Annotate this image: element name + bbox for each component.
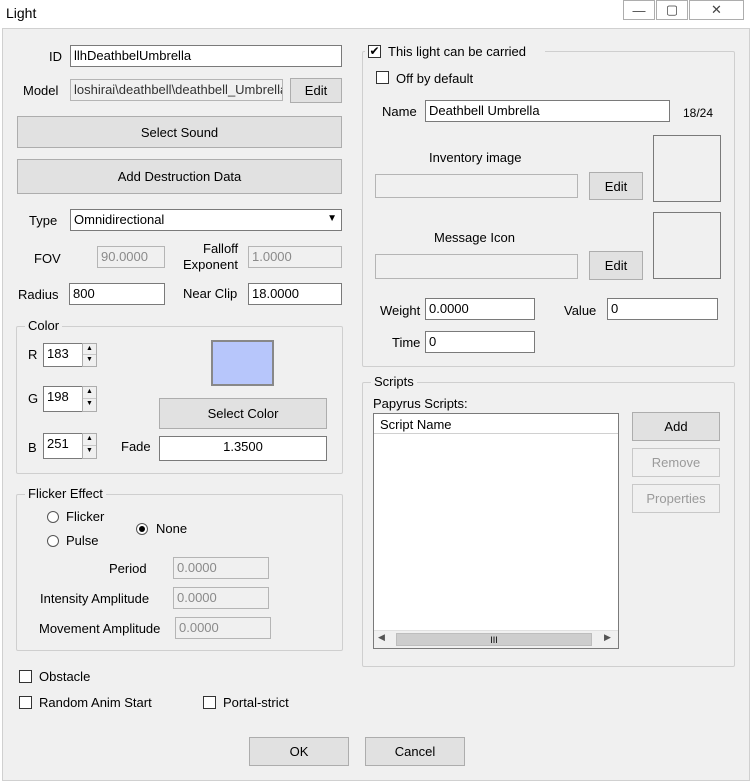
blue-input[interactable]: 251	[43, 433, 83, 459]
value-label: Value	[564, 303, 597, 318]
movement-amplitude-input: 0.0000	[175, 617, 271, 639]
flicker-group-title: Flicker Effect	[25, 486, 106, 501]
message-icon-label: Message Icon	[434, 230, 515, 245]
falloff-exponent-input: 1.0000	[248, 246, 342, 268]
pulse-radio[interactable]	[47, 535, 59, 547]
blue-spinner[interactable]: ▲ ▼	[82, 433, 97, 459]
add-script-button[interactable]: Add	[632, 412, 720, 441]
weight-input[interactable]: 0.0000	[425, 298, 535, 320]
name-label: Name	[382, 104, 417, 119]
off-by-default-checkbox[interactable]	[376, 71, 389, 84]
intensity-amplitude-input: 0.0000	[173, 587, 269, 609]
b-label: B	[28, 440, 37, 455]
value-input[interactable]: 0	[607, 298, 718, 320]
inventory-image-edit-button[interactable]: Edit	[589, 172, 643, 200]
none-label: None	[156, 521, 188, 536]
papyrus-scripts-label: Papyrus Scripts:	[373, 396, 468, 411]
obstacle-checkbox[interactable]	[19, 670, 32, 683]
name-input[interactable]: Deathbell Umbrella	[425, 100, 670, 122]
window-title: Light	[6, 5, 37, 21]
fov-label: FOV	[34, 251, 61, 266]
obstacle-label: Obstacle	[39, 669, 91, 684]
near-clip-label: Near Clip	[183, 286, 238, 301]
select-color-button[interactable]: Select Color	[159, 398, 327, 429]
time-input[interactable]: 0	[425, 331, 535, 353]
model-edit-button[interactable]: Edit	[290, 78, 342, 103]
exponent-label: Exponent	[183, 257, 238, 272]
minimize-button[interactable]: —	[623, 0, 655, 20]
properties-button[interactable]: Properties	[632, 484, 720, 513]
type-value: Omnidirectional	[74, 212, 165, 227]
period-label: Period	[109, 561, 147, 576]
scroll-right-icon[interactable]: ▶	[604, 632, 611, 643]
fov-input: 90.0000	[97, 246, 165, 268]
red-spinner[interactable]: ▲ ▼	[82, 343, 97, 367]
fade-input[interactable]: 1.3500	[159, 436, 327, 461]
fade-label: Fade	[121, 439, 151, 454]
weight-label: Weight	[380, 303, 421, 318]
inventory-image-preview	[653, 135, 721, 202]
random-anim-start-label: Random Anim Start	[39, 695, 152, 710]
scripts-group-title: Scripts	[371, 374, 417, 389]
period-input: 0.0000	[173, 557, 269, 579]
portal-strict-checkbox[interactable]	[203, 696, 216, 709]
off-by-default-label: Off by default	[396, 71, 474, 86]
pulse-label: Pulse	[66, 533, 99, 548]
near-clip-input[interactable]: 18.0000	[248, 283, 342, 305]
script-name-column-header[interactable]: Script Name	[374, 414, 618, 434]
select-sound-button[interactable]: Select Sound	[17, 116, 342, 148]
color-group-title: Color	[25, 318, 63, 333]
model-path: loshirai\deathbell\deathbell_Umbrella.ni…	[70, 79, 283, 101]
maximize-button[interactable]: ▢	[656, 0, 688, 20]
color-swatch	[211, 340, 274, 386]
message-icon-edit-button[interactable]: Edit	[589, 251, 643, 280]
add-destruction-data-button[interactable]: Add Destruction Data	[17, 159, 342, 194]
scroll-left-icon[interactable]: ◀	[378, 632, 385, 643]
title-bar: Light — ▢ ✕	[0, 0, 752, 28]
scripts-list[interactable]: Script Name ◀ III ▶	[373, 413, 619, 649]
green-spinner[interactable]: ▲ ▼	[82, 386, 97, 412]
falloff-label: Falloff	[203, 241, 239, 256]
flicker-radio[interactable]	[47, 511, 59, 523]
id-label: ID	[49, 49, 62, 64]
close-button[interactable]: ✕	[689, 0, 744, 20]
chevron-down-icon: ▼	[327, 213, 337, 224]
cancel-button[interactable]: Cancel	[365, 737, 465, 766]
radius-label: Radius	[18, 287, 59, 302]
radius-input[interactable]: 800	[69, 283, 165, 305]
carried-label: This light can be carried	[388, 44, 527, 59]
time-label: Time	[392, 335, 421, 350]
script-name-column-label: Script Name	[380, 417, 452, 432]
random-anim-start-checkbox[interactable]	[19, 696, 32, 709]
carried-checkbox[interactable]: ✔	[368, 45, 381, 58]
dialog-body: ID llhDeathbelUmbrella Model loshirai\de…	[2, 28, 750, 781]
red-input[interactable]: 183	[43, 343, 83, 367]
ok-button[interactable]: OK	[249, 737, 349, 766]
remove-script-button[interactable]: Remove	[632, 448, 720, 477]
id-input[interactable]: llhDeathbelUmbrella	[70, 45, 342, 67]
movement-amplitude-label: Movement Amplitude	[39, 621, 161, 636]
green-input[interactable]: 198	[43, 386, 83, 412]
g-label: G	[28, 391, 39, 406]
scrollbar-thumb[interactable]: III	[396, 633, 592, 646]
flicker-label: Flicker	[66, 509, 105, 524]
message-icon-preview	[653, 212, 721, 279]
horizontal-scrollbar[interactable]: ◀ III ▶	[374, 630, 618, 648]
inventory-image-path	[375, 174, 578, 198]
type-select[interactable]: Omnidirectional ▼	[70, 209, 342, 231]
carried-group-title: ✔ This light can be carried	[365, 43, 545, 61]
type-label: Type	[29, 213, 58, 228]
intensity-amplitude-label: Intensity Amplitude	[40, 591, 150, 606]
model-label: Model	[23, 83, 59, 98]
inventory-image-label: Inventory image	[429, 150, 522, 165]
r-label: R	[28, 347, 38, 362]
portal-strict-label: Portal-strict	[223, 695, 289, 710]
message-icon-path	[375, 254, 578, 279]
none-radio[interactable]	[136, 523, 148, 535]
name-char-count: 18/24	[683, 106, 714, 120]
